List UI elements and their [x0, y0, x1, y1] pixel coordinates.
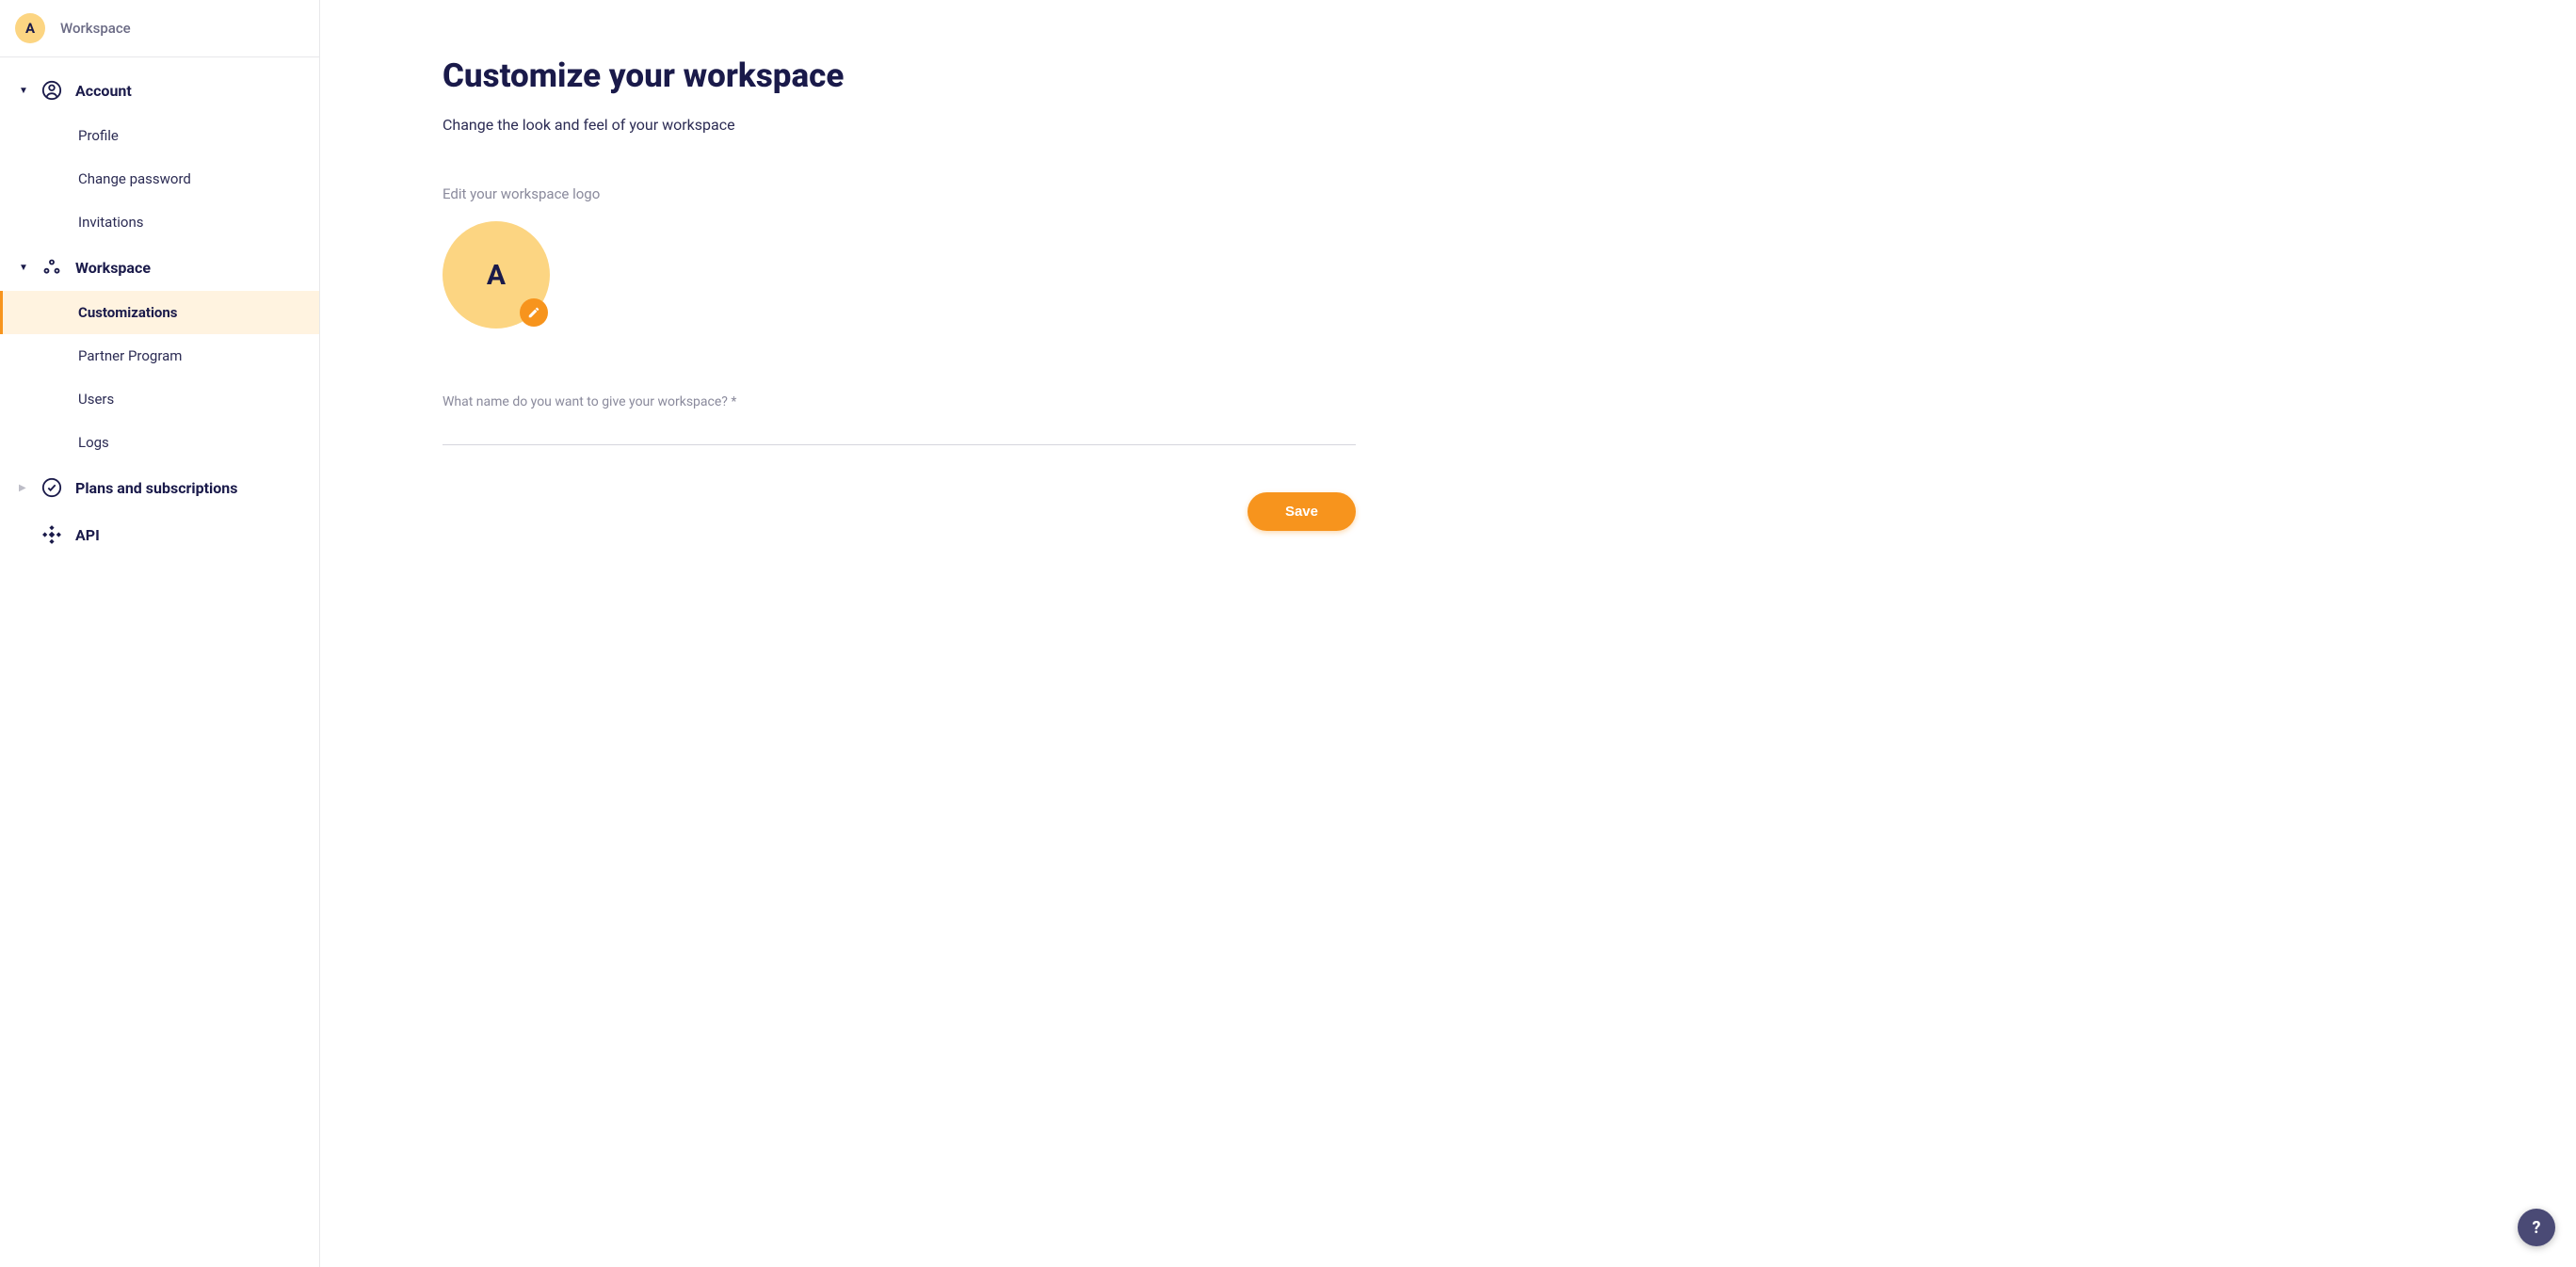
pencil-icon — [527, 306, 540, 319]
nav-item-profile[interactable]: Profile — [0, 114, 319, 157]
caret-down-icon: ▼ — [19, 86, 28, 96]
sidebar-header: A Workspace — [0, 0, 319, 57]
nav-group-account[interactable]: ▼ Account — [0, 67, 319, 114]
nav: ▼ Account Profile Change password Invita… — [0, 57, 319, 558]
sidebar: A Workspace ▼ Account Profile Change pas… — [0, 0, 320, 1267]
workspace-name-row: What name do you want to give your works… — [443, 394, 1356, 445]
api-icon — [41, 524, 62, 545]
nav-group-label: Workspace — [75, 259, 151, 277]
edit-logo-button[interactable] — [520, 298, 548, 327]
nav-group-workspace[interactable]: ▼ Workspace — [0, 244, 319, 291]
page-title: Customize your workspace — [443, 56, 2576, 95]
nav-item-invitations[interactable]: Invitations — [0, 200, 319, 244]
workspace-name-label: What name do you want to give your works… — [443, 394, 1356, 409]
form-actions: Save — [443, 492, 1356, 531]
workspace-name-input[interactable] — [443, 411, 1356, 445]
logo-section-label: Edit your workspace logo — [443, 185, 2576, 202]
caret-down-icon: ▼ — [19, 263, 28, 273]
caret-right-icon: ▶ — [19, 483, 28, 493]
save-button[interactable]: Save — [1248, 492, 1356, 531]
workspace-avatar[interactable]: A — [15, 13, 45, 43]
nav-item-partner-program[interactable]: Partner Program — [0, 334, 319, 377]
workspace-name-label-text: What name do you want to give your works… — [443, 394, 728, 409]
nav-group-label: Account — [75, 82, 132, 100]
nav-group-label: Plans and subscriptions — [75, 479, 237, 497]
main-content: Customize your workspace Change the look… — [320, 0, 2576, 1267]
workspace-icon — [41, 257, 62, 278]
help-button[interactable]: ? — [2518, 1209, 2555, 1246]
nav-item-users[interactable]: Users — [0, 377, 319, 421]
check-circle-icon — [41, 477, 62, 498]
required-mark: * — [731, 394, 736, 409]
nav-group-label: API — [75, 526, 100, 544]
logo-editor: A — [443, 221, 550, 329]
nav-group-api[interactable]: API — [0, 511, 319, 558]
avatar-letter: A — [25, 20, 35, 37]
account-icon — [41, 80, 62, 101]
nav-item-logs[interactable]: Logs — [0, 421, 319, 464]
nav-group-plans[interactable]: ▶ Plans and subscriptions — [0, 464, 319, 511]
nav-item-change-password[interactable]: Change password — [0, 157, 319, 200]
page-subtitle: Change the look and feel of your workspa… — [443, 116, 2576, 134]
help-icon: ? — [2533, 1218, 2541, 1238]
nav-item-customizations[interactable]: Customizations — [0, 291, 319, 334]
workspace-label: Workspace — [60, 20, 131, 37]
logo-letter: A — [487, 259, 506, 292]
